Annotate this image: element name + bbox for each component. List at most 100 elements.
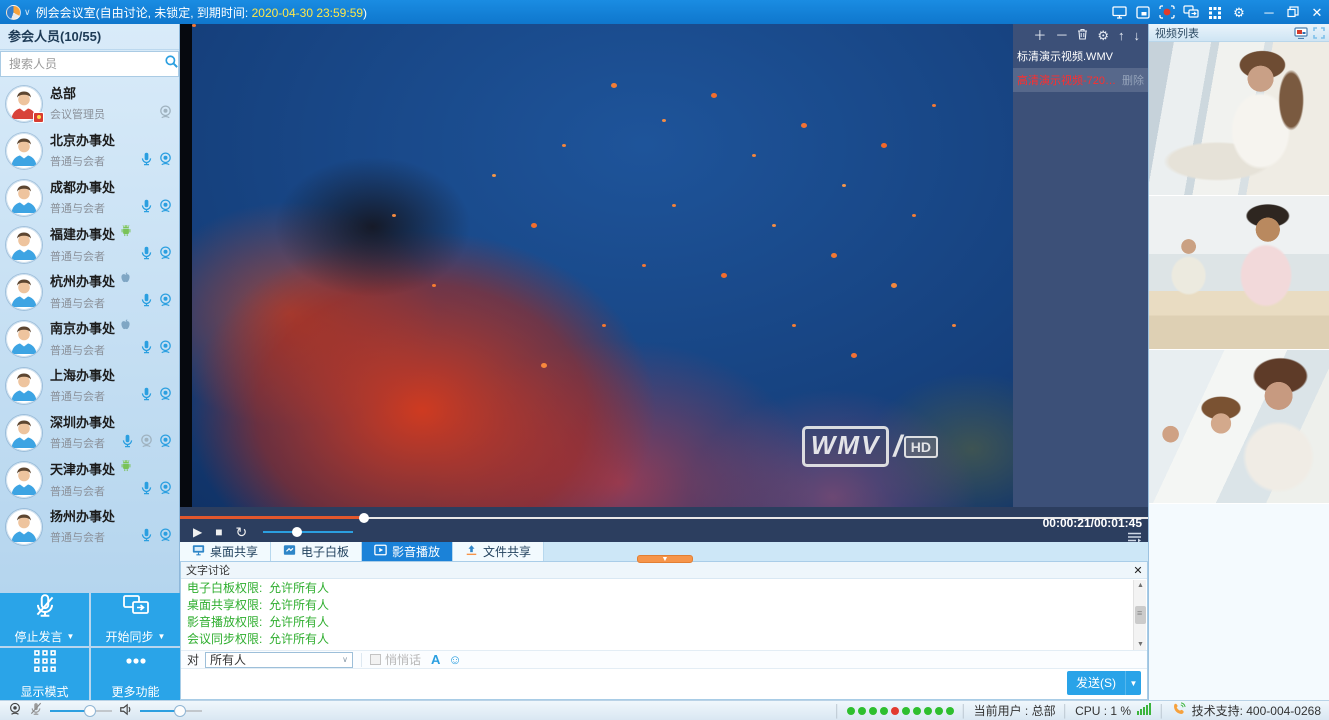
layout-grid-icon[interactable] [1204, 3, 1226, 21]
camera-icon[interactable] [158, 151, 173, 172]
stop-speaking-button[interactable]: 停止发言▼ [0, 593, 89, 646]
mic-icon[interactable] [139, 480, 154, 501]
scroll-down-icon[interactable]: ▼ [1134, 639, 1147, 650]
tab-whiteboard[interactable]: 电子白板 [271, 542, 362, 561]
record-icon[interactable] [1156, 3, 1178, 21]
mic-volume-slider[interactable] [50, 705, 112, 717]
camera-icon[interactable] [158, 292, 173, 313]
font-style-button[interactable]: A [431, 652, 440, 667]
tab-media-play[interactable]: 影音播放 [362, 542, 453, 561]
camera-icon[interactable] [158, 198, 173, 219]
dropdown-caret-icon[interactable]: ▼ [67, 632, 75, 641]
maximize-button[interactable] [1282, 3, 1304, 21]
participant-row[interactable]: 深圳办事处普通与会者 [0, 409, 179, 456]
volume-thumb[interactable] [292, 527, 302, 537]
volume-slider[interactable] [263, 527, 353, 537]
local-camera-icon[interactable] [8, 702, 22, 719]
camera-icon[interactable] [158, 245, 173, 266]
participant-row[interactable]: 扬州办事处普通与会者 [0, 503, 179, 550]
camera-icon[interactable] [158, 527, 173, 548]
display-mode-button[interactable]: 显示模式 [0, 648, 89, 701]
speaker-volume-slider[interactable] [140, 705, 202, 717]
participant-row[interactable]: 福建办事处普通与会者 [0, 221, 179, 268]
tab-desktop-share[interactable]: 桌面共享 [180, 542, 271, 561]
camera-icon[interactable] [139, 433, 154, 454]
emoji-button[interactable]: ☺ [448, 652, 461, 667]
connection-dot [880, 707, 888, 715]
playlist-move-up-icon[interactable]: ↑ [1118, 29, 1125, 42]
mic-icon[interactable] [139, 292, 154, 313]
play-button[interactable]: ▶ [193, 526, 202, 538]
avatar [6, 368, 42, 404]
participant-role: 普通与会者 [50, 295, 139, 311]
participant-row[interactable]: 总部会议管理员 [0, 80, 179, 127]
scroll-up-icon[interactable]: ▲ [1134, 580, 1147, 591]
participant-row[interactable]: 成都办事处普通与会者 [0, 174, 179, 221]
mic-icon[interactable] [139, 339, 154, 360]
video-feed[interactable] [1149, 350, 1329, 504]
camera-icon[interactable] [158, 386, 173, 407]
send-options-caret[interactable]: ▼ [1125, 671, 1141, 695]
mic-icon[interactable] [139, 151, 154, 172]
video-mode-icon[interactable] [1294, 27, 1308, 39]
participant-name: 深圳办事处 [50, 412, 115, 431]
whisper-checkbox[interactable] [370, 654, 381, 665]
playlist-settings-icon[interactable]: ⚙ [1097, 29, 1109, 42]
video-player-stage[interactable]: WMV / HD [180, 24, 1013, 507]
chat-message: 电子白板权限: 允许所有人 [187, 580, 1127, 597]
participant-row[interactable]: 南京办事处普通与会者 [0, 315, 179, 362]
camera-icon[interactable] [158, 339, 173, 360]
camera-icon[interactable] [158, 433, 173, 454]
search-icon[interactable] [164, 54, 179, 74]
chat-scrollbar[interactable]: ▲ ▼ [1133, 580, 1146, 650]
participant-row[interactable]: 杭州办事处普通与会者 [0, 268, 179, 315]
dropdown-caret-icon[interactable]: ▼ [158, 632, 166, 641]
video-feed[interactable] [1149, 196, 1329, 350]
participant-row[interactable]: 北京办事处普通与会者 [0, 127, 179, 174]
expand-icon[interactable] [1313, 27, 1325, 39]
mic-icon[interactable] [139, 245, 154, 266]
speaker-volume-thumb[interactable] [174, 705, 186, 717]
mic-volume-thumb[interactable] [84, 705, 96, 717]
scroll-thumb[interactable] [1135, 606, 1146, 624]
chat-input-area[interactable]: 发送(S) ▼ [181, 669, 1147, 699]
start-sync-button[interactable]: 开始同步▼ [91, 593, 180, 646]
video-feed[interactable] [1149, 42, 1329, 196]
mic-icon[interactable] [139, 527, 154, 548]
playlist-remove-icon[interactable]: － [1055, 29, 1068, 42]
speaker-icon[interactable] [119, 703, 133, 719]
mic-icon[interactable] [139, 386, 154, 407]
chat-close-icon[interactable]: ✕ [1129, 564, 1147, 577]
minimize-button[interactable]: ─ [1258, 3, 1280, 21]
participant-role: 普通与会者 [50, 153, 139, 169]
chevron-down-icon[interactable]: ∨ [24, 7, 31, 18]
participant-row[interactable]: 天津办事处普通与会者 [0, 456, 179, 503]
screen-share-icon[interactable] [1108, 3, 1130, 21]
participant-name: 总部 [50, 83, 76, 102]
settings-icon[interactable]: ⚙ [1228, 3, 1250, 21]
stop-button[interactable]: ■ [215, 526, 222, 538]
camera-icon[interactable] [158, 104, 173, 125]
recipient-select[interactable]: 所有人 ∨ [205, 652, 353, 668]
playlist-add-icon[interactable]: ＋ [1033, 29, 1046, 42]
search-input[interactable] [1, 57, 164, 71]
playlist-item[interactable]: 高清演示视频-720P.wmv删除 [1013, 68, 1148, 92]
camera-icon[interactable] [158, 480, 173, 501]
participant-row[interactable]: 上海办事处普通与会者 [0, 362, 179, 409]
mic-muted-icon[interactable] [29, 702, 43, 719]
playlist-item-delete[interactable]: 删除 [1122, 72, 1144, 88]
playlist-trash-icon[interactable] [1077, 28, 1088, 42]
mic-icon[interactable] [139, 198, 154, 219]
chat-message: 影音播放权限: 允许所有人 [187, 614, 1127, 631]
playlist-item[interactable]: 标清演示视频.WMV [1013, 44, 1148, 68]
window-mode-icon[interactable] [1132, 3, 1154, 21]
cast-icon[interactable] [1180, 3, 1202, 21]
tab-file-share[interactable]: 文件共享 [453, 542, 544, 561]
more-features-button[interactable]: 更多功能 [91, 648, 180, 701]
send-button[interactable]: 发送(S) [1067, 671, 1125, 695]
playlist-move-down-icon[interactable]: ↓ [1134, 29, 1141, 42]
close-button[interactable]: ✕ [1306, 3, 1328, 21]
mic-icon[interactable] [120, 433, 135, 454]
replay-button[interactable]: ↻ [235, 525, 247, 539]
chat-collapse-handle[interactable]: ▼ [637, 555, 693, 563]
